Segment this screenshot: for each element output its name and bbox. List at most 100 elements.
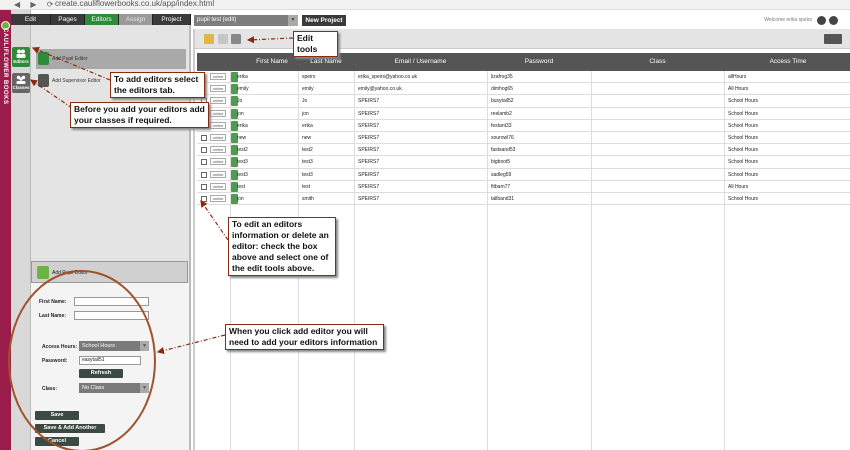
cell-email: SPEIRS7 [358,110,380,117]
cell-first: Jo [237,98,243,105]
welcome-text: Welcome erika speirs [764,17,812,23]
highlight-circle [8,270,156,450]
cell-email: SPEIRS7 [358,134,380,141]
online-badge: online [210,146,226,154]
rail-editors-button[interactable]: Editors [12,47,30,67]
table-body: online erika speirs erika_speirs@yahoo.co.u… [197,71,850,206]
cell-last: jon [302,110,309,117]
cell-first: erika [237,74,248,80]
cell-password: fastsand53 [491,147,516,154]
tab-project[interactable]: Project [153,14,191,25]
cell-last: smith [302,195,314,202]
cell-first: jon [237,195,244,202]
chevron-down-icon: ▼ [288,15,298,26]
add-pupil-editor-item[interactable]: Add Pupil Editor [36,49,186,69]
print-icon[interactable] [231,34,241,44]
online-badge: online [210,182,226,190]
cell-class [595,120,723,132]
online-badge: online [210,97,226,105]
cell-access: School Hours [728,98,759,105]
cell-access: All Hours [728,183,749,190]
cell-access: School Hours [728,110,759,117]
callout-classes: Before you add your editors add your cla… [70,102,209,128]
table-row[interactable]: online test3 test3 SPEIRS7 sadleg59 School Ho… [197,169,850,181]
row-checkbox[interactable] [201,195,207,202]
table-row[interactable]: online new new SPEIRS7 sourowl76 School Hours [197,132,850,145]
cell-class [595,83,723,95]
left-tabs: Edit Pages Editors Assign Project [11,14,191,25]
project-select[interactable]: pupil test (edit) ▼ [194,15,298,26]
cell-email: SPEIRS7 [358,98,380,105]
table-row[interactable]: online Jo Jo SPEIRS7 busytail52 School Hours [197,95,850,108]
cell-password: tallband31 [491,195,515,202]
cell-email: SPEIRS7 [358,159,380,166]
cell-class [595,95,723,107]
rail-classes-button[interactable]: Classes [12,73,30,93]
cell-last: speirs [302,74,316,80]
tab-edit[interactable]: Edit [11,14,51,25]
cell-access: School Hours [728,171,759,178]
pupil-editor-form-icon [37,266,49,279]
cell-last: erika [302,122,313,129]
table-row[interactable]: online erika erika SPEIRS7 festant33 School H… [197,120,850,132]
brand-text: CAULIFLOWER BOOKS [2,28,8,105]
browser-nav-icons[interactable]: ◀ ▶ ⟳ [14,0,57,9]
cell-first: test2 [237,147,248,154]
row-checkbox[interactable] [201,183,207,190]
row-checkbox[interactable] [201,147,207,154]
table-row[interactable]: online test2 test2 SPEIRS7 fastsand53 School … [197,144,850,157]
cell-access: School Hours [728,195,759,202]
table-row[interactable]: online emily emily emily@yahoo.co.uk dimhog6… [197,83,850,96]
brand-strip: CAULIFLOWER BOOKS [0,10,11,450]
cell-first: emily [237,86,249,93]
col-email[interactable]: Email / Username [354,53,487,71]
browser-url[interactable]: create.cauliflowerbooks.co.uk/app/index.… [55,0,214,9]
table-row[interactable]: online erika speirs erika_speirs@yahoo.co.u… [197,71,850,84]
pupil-editor-icon [38,52,49,65]
cell-email: erika_speirs@yahoo.co.uk [358,74,417,80]
col-access-time[interactable]: Access Time [724,53,850,71]
cell-first: test [237,183,246,190]
cell-email: SPEIRS7 [358,147,380,154]
cell-class [595,181,723,193]
table-row[interactable]: online jon jon SPEIRS7 reelamb2 School Hours [197,108,850,120]
project-select-value: pupil test (edit) [197,17,237,23]
rail-editors-label: Editors [13,59,29,64]
tab-editors[interactable]: Editors [85,14,119,25]
callout-edit-tools: Edit tools [293,31,338,57]
table-row[interactable]: online jon smith SPEIRS7 tallband31 School Ho… [197,193,850,206]
help-icon[interactable] [829,16,838,25]
tab-assign[interactable]: Assign [119,14,153,25]
table-row[interactable]: online test3 test3 SPEIRS7 bigboot5 School Ho… [197,156,850,169]
online-badge: online [210,170,226,178]
cell-email: SPEIRS7 [358,183,380,190]
camera-icon[interactable] [824,34,842,44]
tab-pages[interactable]: Pages [51,14,85,25]
online-badge: online [210,133,226,141]
settings-icon[interactable] [817,16,826,25]
cell-class [595,144,723,156]
cell-access: All Hours [728,86,749,93]
top-bar: pupil test (edit) ▼ New Project Welcome … [191,10,850,29]
cell-first: jon [237,110,244,117]
table-row[interactable]: online test test SPEIRS7 fitbam77 All Hours [197,181,850,193]
cell-password: fitbam77 [491,183,511,190]
callout-editors-tab: To add editors select the editors tab. [110,72,205,98]
cell-password: sourowl76 [491,134,514,141]
edit-editor-icon[interactable] [218,34,228,44]
row-checkbox[interactable] [201,171,207,178]
online-badge: online [210,109,226,117]
col-password[interactable]: Password [487,53,591,71]
cell-access: School Hours [728,134,759,141]
cell-class [595,108,723,120]
cell-class [595,169,723,181]
col-class[interactable]: Class [591,53,724,71]
online-badge: online [210,158,226,166]
new-project-button[interactable]: New Project [302,15,346,26]
cell-access: School Hours [728,159,759,166]
row-checkbox[interactable] [201,134,207,141]
cell-password: festant33 [491,122,512,129]
online-badge: online [210,73,226,80]
row-checkbox[interactable] [201,159,207,166]
add-editor-icon[interactable] [204,34,214,44]
